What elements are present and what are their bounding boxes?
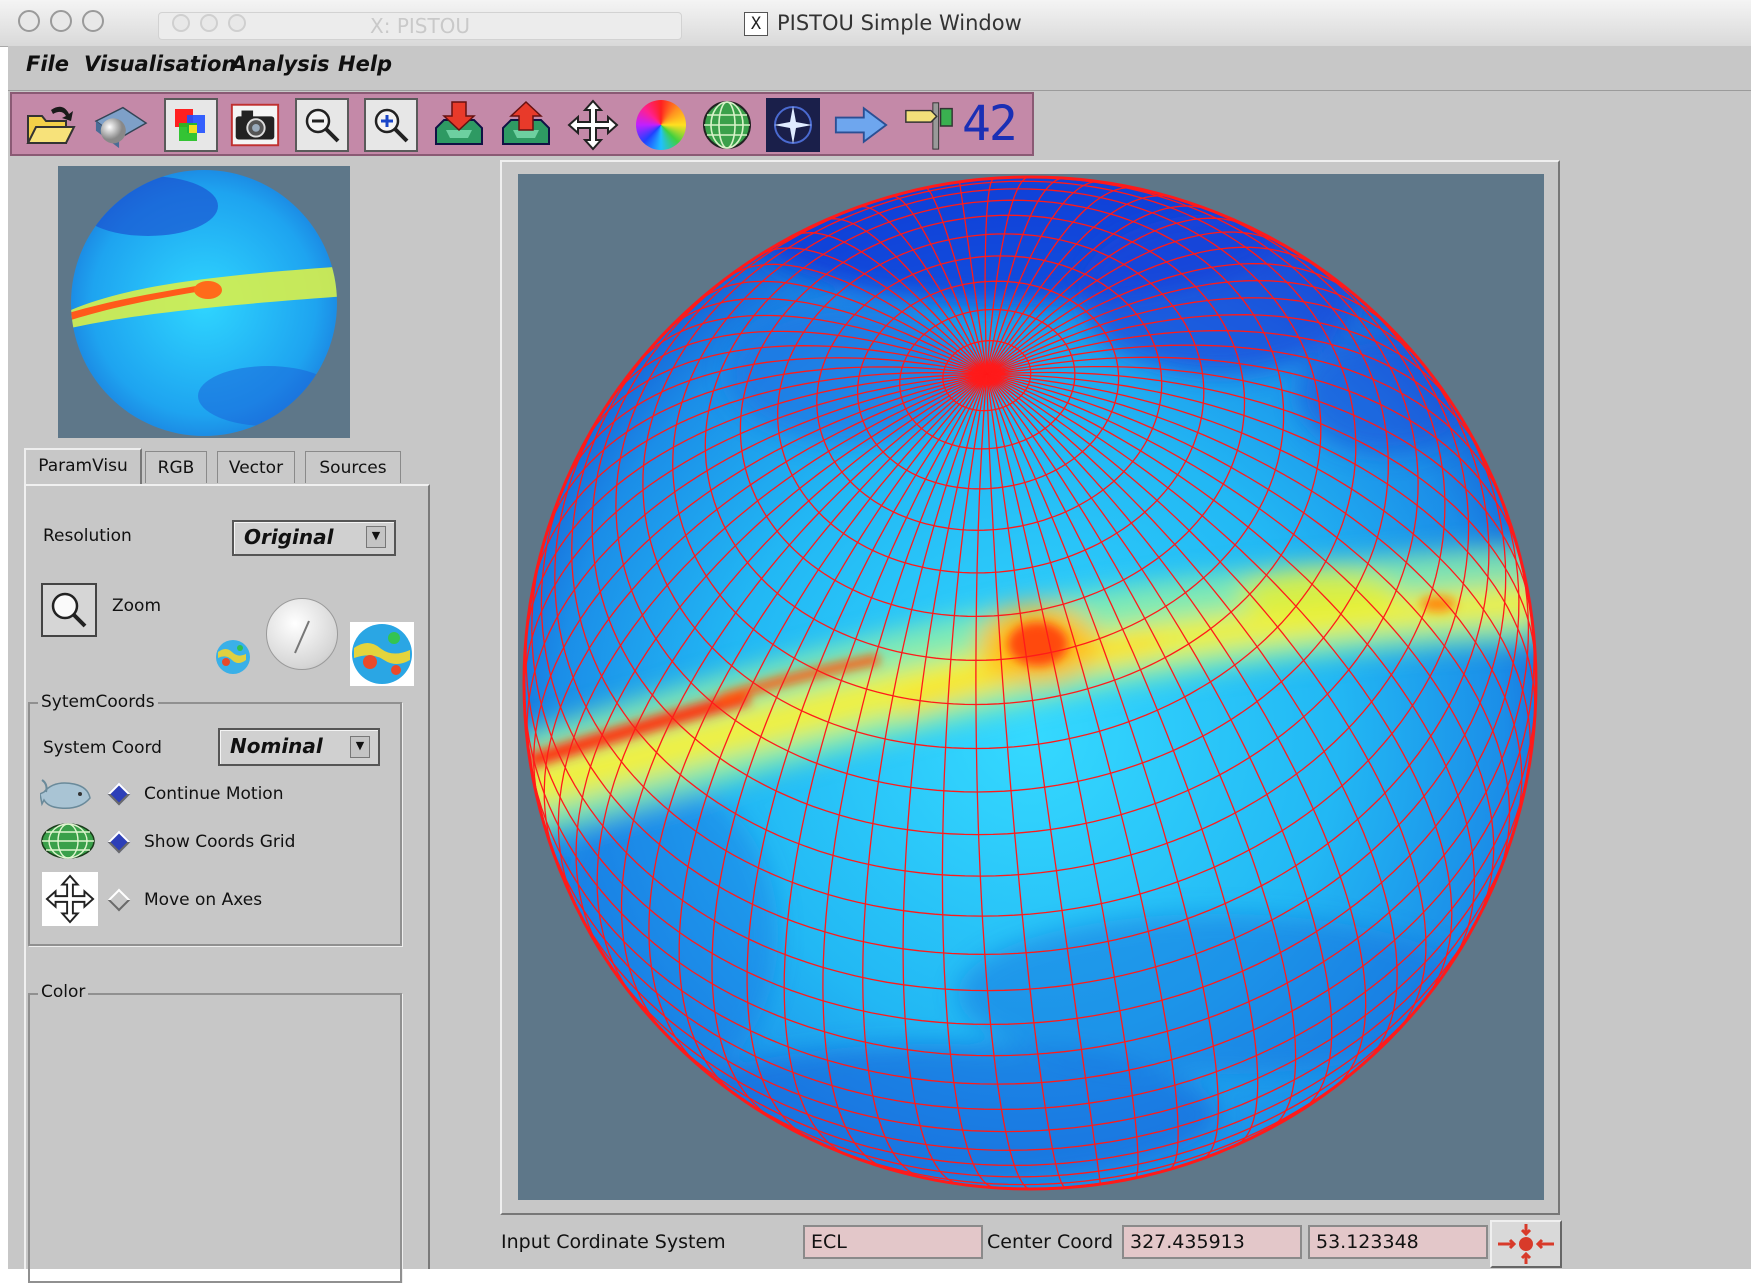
- tab-paramvisu[interactable]: ParamVisu: [24, 448, 142, 486]
- minimize-window-button[interactable]: [50, 10, 72, 32]
- x11-logo-icon: X: [744, 12, 768, 36]
- input-coordinate-system-field[interactable]: ECL: [803, 1225, 983, 1259]
- move-on-axes-label: Move on Axes: [144, 890, 263, 910]
- whale-icon: [40, 773, 96, 815]
- resolution-value: Original: [244, 525, 334, 549]
- right-arrow-icon[interactable]: [834, 98, 888, 152]
- small-globe-icon: [214, 638, 252, 676]
- center-coord-label: Center Coord: [987, 1231, 1114, 1253]
- menu-help[interactable]: Help: [338, 52, 392, 76]
- center-latitude-field[interactable]: 53.123348: [1308, 1225, 1488, 1259]
- star-point-icon[interactable]: [766, 98, 820, 152]
- color-group: [28, 993, 402, 1283]
- tab-sources[interactable]: Sources: [305, 451, 401, 483]
- window-title: PISTOU Simple Window: [777, 11, 1022, 35]
- download-tray-icon[interactable]: [432, 98, 486, 152]
- system-coord-label: System Coord: [43, 738, 162, 758]
- color-group-label: Color: [38, 982, 89, 1002]
- background-title-text: PISTOU: [396, 14, 471, 38]
- magnifier-icon: [51, 592, 87, 628]
- show-coords-grid-label: Show Coords Grid: [144, 832, 296, 852]
- continue-motion-label: Continue Motion: [144, 784, 284, 804]
- large-globe-icon: [350, 622, 414, 686]
- menu-file[interactable]: File: [26, 52, 69, 76]
- center-target-button[interactable]: [1490, 1220, 1562, 1268]
- sphere-on-plane-icon[interactable]: [94, 98, 148, 152]
- close-window-button[interactable]: [18, 10, 40, 32]
- converging-arrows-icon: [1498, 1224, 1554, 1264]
- sphere-canvas[interactable]: [518, 174, 1544, 1200]
- zoom-button[interactable]: [41, 583, 97, 637]
- chevron-down-icon: ▼: [350, 736, 370, 758]
- menu-visualisation[interactable]: Visualisation: [84, 52, 236, 76]
- zoom-in-icon[interactable]: [364, 98, 418, 152]
- menu-analysis[interactable]: Analysis: [231, 52, 329, 76]
- system-coord-select[interactable]: Nominal ▼: [218, 728, 380, 766]
- background-minimize-icon: [200, 14, 218, 32]
- signpost-icon[interactable]: [902, 98, 956, 152]
- background-close-icon: [172, 14, 190, 32]
- center-longitude-field[interactable]: 327.435913: [1122, 1225, 1302, 1259]
- color-wheel-icon[interactable]: [634, 98, 688, 152]
- overview-thumbnail[interactable]: [58, 166, 350, 438]
- zoom-label: Zoom: [112, 596, 162, 616]
- rgb-squares-icon[interactable]: [164, 98, 218, 152]
- frame-counter: 42: [962, 96, 1018, 152]
- chevron-down-icon: ▼: [366, 526, 386, 548]
- background-x-logo: X: [370, 14, 384, 38]
- move-arrows-icon[interactable]: [566, 98, 620, 152]
- zoom-window-button[interactable]: [82, 10, 104, 32]
- move-arrows-icon: [42, 872, 98, 926]
- tab-vector[interactable]: Vector: [217, 451, 295, 483]
- zoom-dial[interactable]: [266, 598, 338, 670]
- open-folder-icon[interactable]: [24, 98, 78, 152]
- system-coord-value: Nominal: [230, 734, 323, 758]
- background-zoom-icon: [228, 14, 246, 32]
- globe-grid-icon: [40, 820, 96, 862]
- resolution-select[interactable]: Original ▼: [232, 520, 396, 556]
- background-window-title: X: PISTOU: [370, 14, 471, 38]
- system-coords-group-label: SytemCoords: [38, 692, 158, 712]
- tab-rgb[interactable]: RGB: [145, 451, 207, 483]
- resolution-label: Resolution: [43, 526, 132, 546]
- globe-grid-icon[interactable]: [700, 98, 754, 152]
- input-coordinate-system-label: Input Cordinate System: [501, 1231, 726, 1253]
- camera-icon[interactable]: [228, 98, 282, 152]
- zoom-out-icon[interactable]: [295, 98, 349, 152]
- upload-tray-icon[interactable]: [499, 98, 553, 152]
